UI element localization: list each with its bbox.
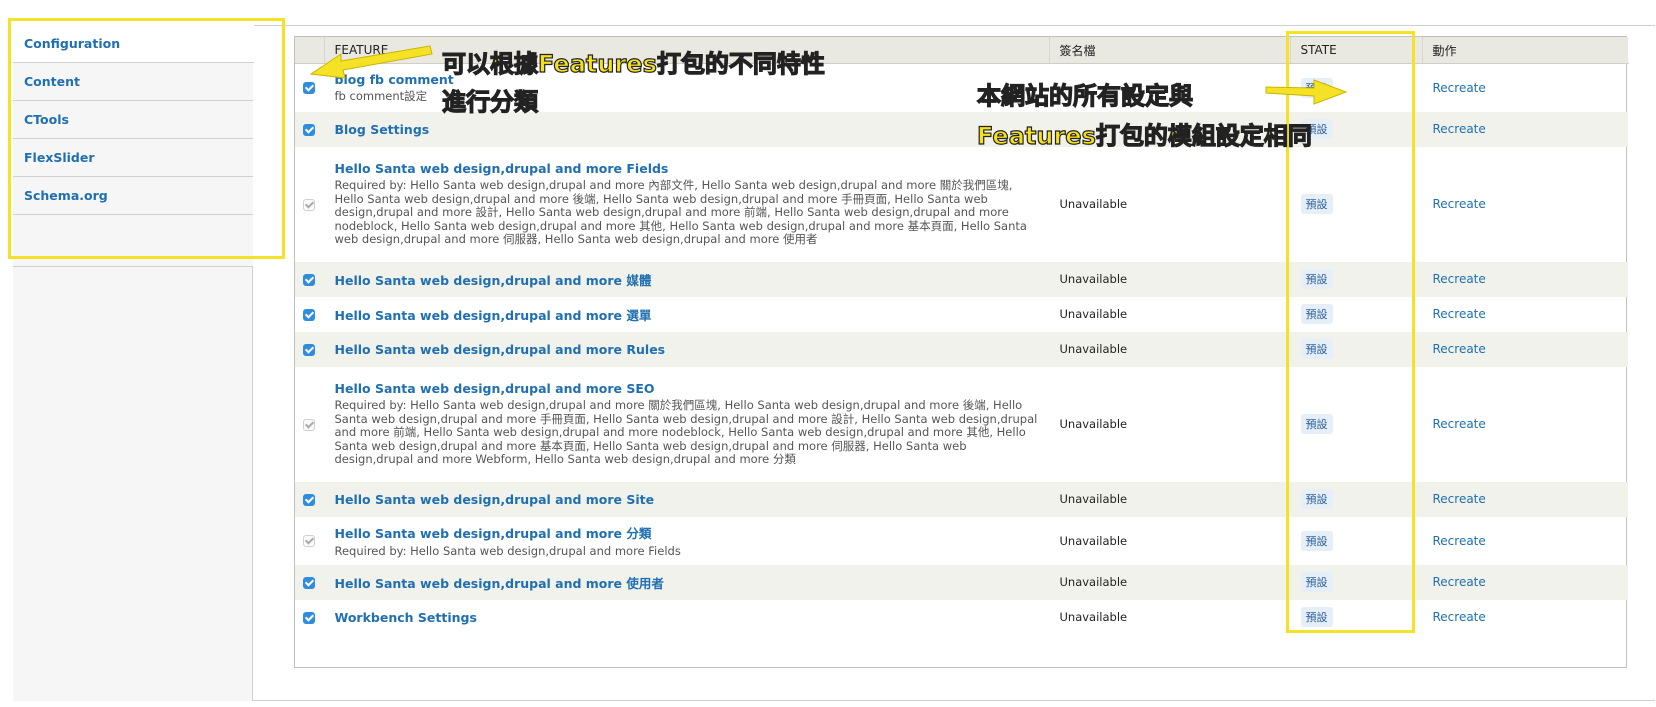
- actions-cell: Recreate: [1422, 112, 1628, 147]
- select-cell: [295, 517, 324, 565]
- select-cell: [295, 262, 324, 297]
- features-table-wrapper: FEATURE 簽名檔 STATE 動作 blog fb comment fb c…: [294, 36, 1629, 668]
- feature-cell: Hello Santa web design,drupal and more 媒…: [324, 262, 1049, 297]
- table-row: Hello Santa web design,drupal and more 選…: [295, 297, 1628, 332]
- annotation-left-line2: 進行分類: [441, 87, 538, 116]
- recreate-link[interactable]: Recreate: [1433, 122, 1486, 136]
- table-row: Hello Santa web design,drupal and more S…: [295, 481, 1628, 517]
- signature-cell: Unavailable: [1059, 575, 1128, 589]
- feature-cell: Hello Santa web design,drupal and more F…: [324, 147, 1049, 262]
- select-cell: [295, 112, 324, 147]
- annotation-left-line1: 可以根據Features打包的不同特性: [441, 49, 825, 78]
- feature-checkbox[interactable]: [303, 611, 316, 624]
- signature-cell: Unavailable: [1059, 417, 1128, 431]
- feature-name-link[interactable]: Hello Santa web design,drupal and more F…: [335, 161, 1049, 176]
- feature-cell: Hello Santa web design,drupal and more R…: [324, 332, 1049, 367]
- feature-name-link[interactable]: Hello Santa web design,drupal and more S…: [335, 381, 1049, 396]
- actions-cell: Recreate: [1422, 332, 1628, 367]
- actions-cell: Recreate: [1422, 262, 1628, 297]
- feature-checkbox[interactable]: [303, 493, 316, 506]
- recreate-link[interactable]: Recreate: [1433, 197, 1486, 211]
- feature-name-link[interactable]: Workbench Settings: [335, 610, 1049, 625]
- recreate-link[interactable]: Recreate: [1433, 342, 1486, 356]
- feature-cell: Workbench Settings: [324, 600, 1049, 635]
- recreate-link[interactable]: Recreate: [1433, 534, 1486, 548]
- feature-cell: Hello Santa web design,drupal and more 使…: [324, 565, 1049, 600]
- actions-cell: Recreate: [1422, 64, 1628, 112]
- feature-checkbox[interactable]: [303, 308, 316, 321]
- select-cell: [295, 600, 324, 635]
- feature-cell: Hello Santa web design,drupal and more 選…: [324, 297, 1049, 332]
- recreate-link[interactable]: Recreate: [1433, 81, 1486, 95]
- recreate-link[interactable]: Recreate: [1433, 610, 1486, 624]
- arrow-right-icon: [1265, 79, 1348, 105]
- feature-checkbox: [303, 535, 316, 547]
- table-row: Hello Santa web design,drupal and more 媒…: [295, 261, 1628, 297]
- actions-cell: Recreate: [1422, 147, 1628, 262]
- signature-cell: Unavailable: [1059, 272, 1128, 286]
- recreate-link[interactable]: Recreate: [1433, 272, 1486, 286]
- feature-cell: Hello Santa web design,drupal and more S…: [324, 482, 1049, 517]
- select-cell: [295, 482, 324, 517]
- feature-checkbox: [303, 198, 316, 211]
- feature-description: Required by: Hello Santa web design,drup…: [334, 543, 681, 558]
- annotation-right-line1: 本網站的所有設定與: [976, 81, 1193, 110]
- arrow-left-icon: [309, 45, 433, 79]
- feature-cell: Blog Settings: [324, 112, 1049, 147]
- feature-cell: Hello Santa web design,drupal and more 分…: [324, 517, 1049, 565]
- feature-name-link[interactable]: Hello Santa web design,drupal and more S…: [335, 492, 1049, 507]
- feature-checkbox[interactable]: [303, 576, 316, 589]
- actions-cell: Recreate: [1422, 600, 1628, 635]
- feature-name-link[interactable]: Hello Santa web design,drupal and more 媒…: [335, 270, 1049, 289]
- table-row: Hello Santa web design,drupal and more 使…: [295, 564, 1628, 600]
- feature-description: Required by: Hello Santa web design,drup…: [334, 178, 1027, 247]
- tab-configuration[interactable]: Configuration: [13, 25, 254, 63]
- recreate-link[interactable]: Recreate: [1433, 575, 1486, 589]
- select-cell: [295, 332, 324, 367]
- feature-name-link[interactable]: Blog Settings: [335, 122, 1049, 137]
- table-row: Hello Santa web design,drupal and more S…: [295, 367, 1628, 482]
- signature-cell: Unavailable: [1059, 492, 1128, 506]
- annotation-right-line2: Features打包的模組設定相同: [976, 121, 1312, 150]
- select-cell: [295, 565, 324, 600]
- actions-cell: Recreate: [1422, 367, 1628, 482]
- feature-checkbox[interactable]: [303, 82, 316, 95]
- feature-name-link[interactable]: Hello Santa web design,drupal and more 使…: [335, 573, 1049, 592]
- signature-cell: Unavailable: [1059, 533, 1128, 548]
- actions-cell: Recreate: [1422, 565, 1628, 600]
- header-signature: 簽名檔: [1049, 37, 1291, 64]
- feature-checkbox[interactable]: [303, 343, 316, 356]
- actions-cell: Recreate: [1422, 482, 1628, 517]
- header-actions: 動作: [1422, 37, 1628, 64]
- features-table: FEATURE 簽名檔 STATE 動作 blog fb comment fb c…: [295, 37, 1629, 635]
- feature-name-link[interactable]: Hello Santa web design,drupal and more R…: [335, 342, 1049, 357]
- feature-name-link[interactable]: Hello Santa web design,drupal and more 分…: [335, 523, 1049, 542]
- feature-description: Required by: Hello Santa web design,drup…: [334, 398, 1038, 467]
- table-row: Workbench Settings Unavailable 預設 Recreate: [295, 600, 1628, 635]
- feature-checkbox: [303, 418, 316, 431]
- actions-cell: Recreate: [1422, 517, 1628, 565]
- table-row: Hello Santa web design,drupal and more F…: [295, 147, 1628, 262]
- feature-checkbox[interactable]: [303, 273, 316, 286]
- feature-name-link[interactable]: Hello Santa web design,drupal and more 選…: [335, 305, 1049, 324]
- signature-cell: Unavailable: [1059, 197, 1128, 211]
- table-row: Hello Santa web design,drupal and more 分…: [295, 517, 1628, 565]
- feature-cell: Hello Santa web design,drupal and more S…: [324, 367, 1049, 482]
- recreate-link[interactable]: Recreate: [1433, 307, 1486, 321]
- select-cell: [295, 297, 324, 332]
- recreate-link[interactable]: Recreate: [1433, 492, 1486, 506]
- select-cell: [295, 147, 324, 262]
- signature-cell: Unavailable: [1059, 342, 1128, 356]
- actions-cell: Recreate: [1422, 297, 1628, 332]
- signature-cell: Unavailable: [1059, 610, 1128, 624]
- recreate-link[interactable]: Recreate: [1433, 417, 1486, 431]
- select-cell: [295, 367, 324, 482]
- signature-cell: Unavailable: [1059, 307, 1128, 321]
- table-row: Hello Santa web design,drupal and more R…: [295, 331, 1628, 367]
- feature-checkbox[interactable]: [303, 123, 316, 136]
